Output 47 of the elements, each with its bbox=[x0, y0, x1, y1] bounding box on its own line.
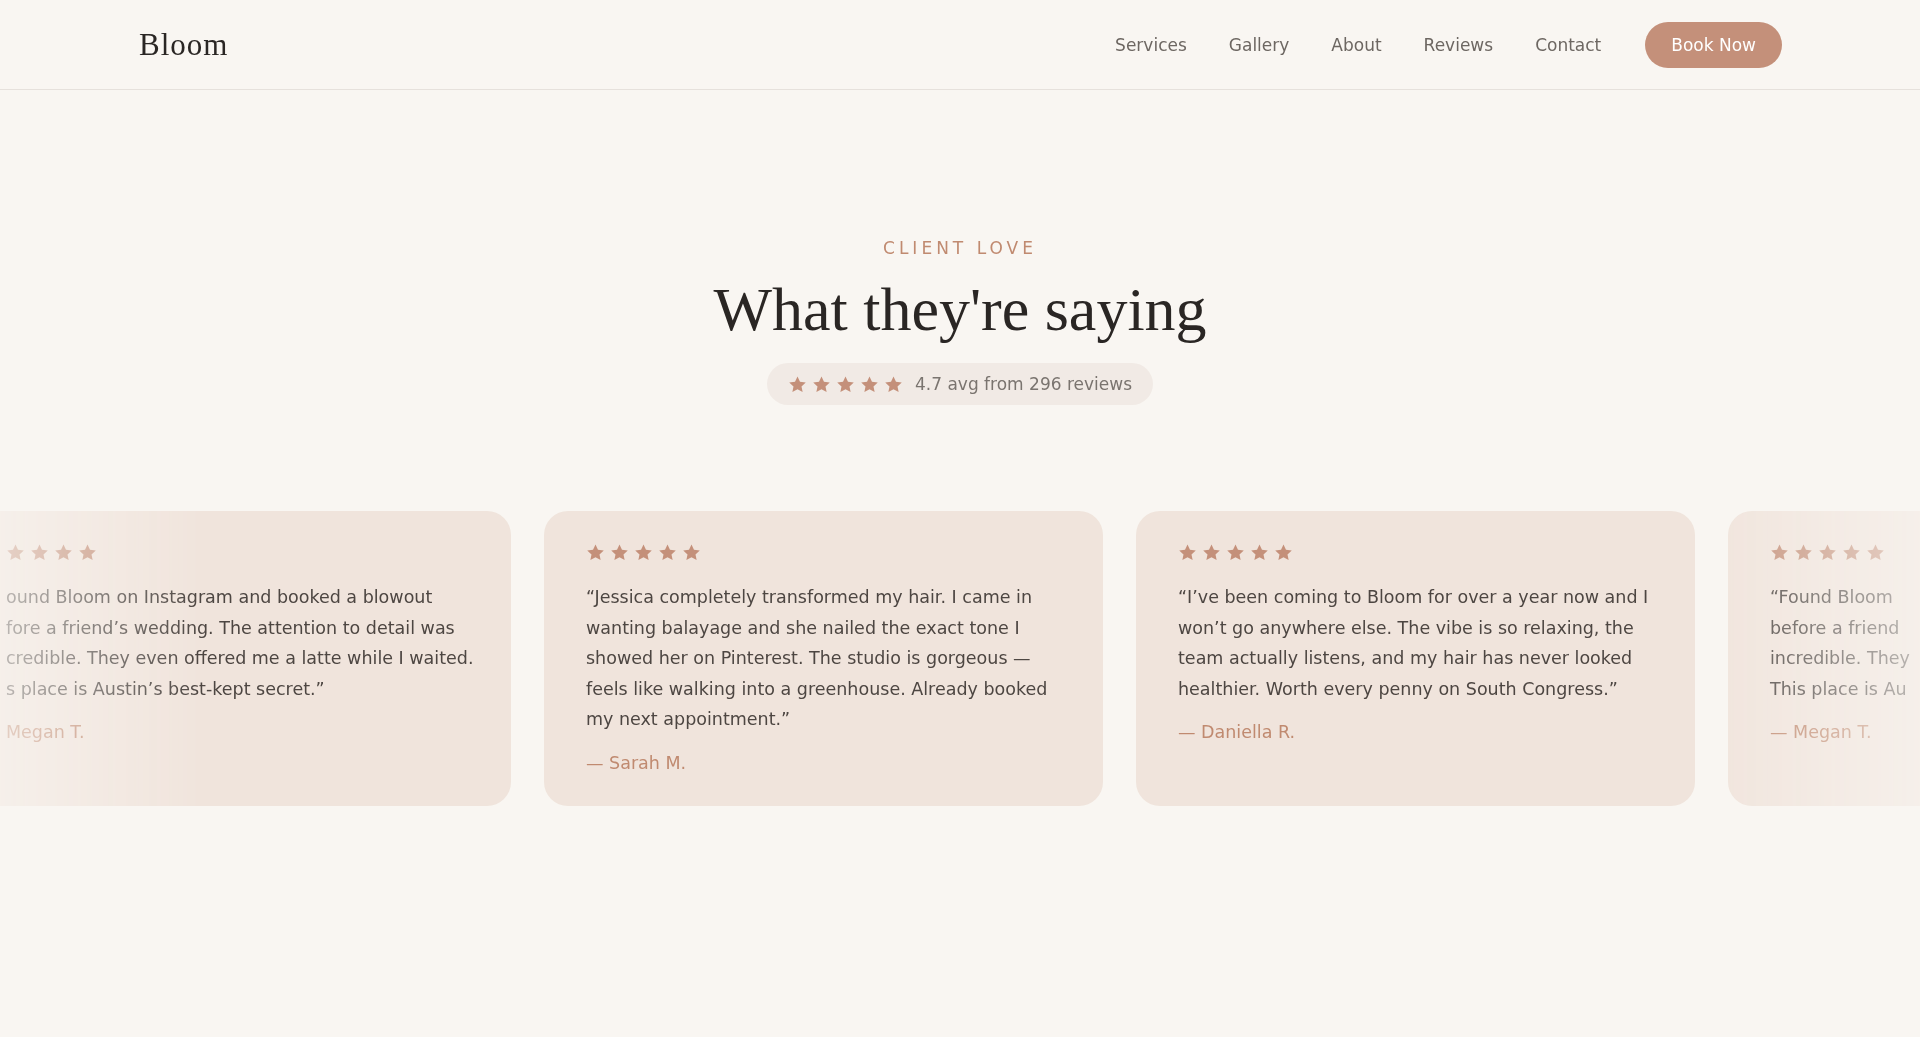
nav-link[interactable]: Gallery bbox=[1228, 34, 1290, 55]
star-icon bbox=[788, 374, 807, 394]
star-icon bbox=[1866, 543, 1885, 562]
review-text-line: ound Bloom on Instagram and booked a blowout bbox=[6, 586, 434, 609]
review-author: — Daniella R. bbox=[1178, 722, 1297, 742]
review-text-line: fore a friend’s wedding. The attention to detail was bbox=[6, 616, 456, 640]
star-icon bbox=[1202, 543, 1221, 562]
star-icon bbox=[1818, 543, 1837, 562]
star-icon bbox=[1226, 543, 1245, 562]
review-text: “Jessica completely transformed my hair. I came in wanting balayage and she nailed the exact tone I showed her on Pinterest. The studio is gorgeous — feels like walking into a greenhouse. Already booked my next appointment.” bbox=[586, 586, 1049, 731]
review-author: — Sarah M. bbox=[586, 752, 688, 773]
star-icon bbox=[610, 543, 629, 562]
review-text-line: s place is Austin’s best-kept secret.” bbox=[6, 677, 326, 701]
nav-link[interactable]: Reviews bbox=[1423, 34, 1494, 55]
nav-link[interactable]: Services bbox=[1115, 34, 1187, 55]
star-icon bbox=[658, 543, 677, 562]
star-icon bbox=[1842, 543, 1861, 562]
star-icon bbox=[54, 543, 73, 562]
star-icon bbox=[1770, 543, 1789, 562]
star-icon bbox=[1250, 543, 1269, 562]
star-icon bbox=[1274, 543, 1293, 562]
star-icon bbox=[78, 543, 97, 562]
star-icon bbox=[860, 374, 879, 394]
nav-link[interactable]: Contact bbox=[1535, 34, 1602, 55]
star-icon bbox=[30, 543, 49, 562]
star-icon bbox=[6, 543, 25, 562]
section-heading: What they're saying bbox=[713, 274, 1207, 345]
logo[interactable]: Bloom bbox=[139, 26, 229, 63]
review-author: Megan T. bbox=[6, 722, 86, 742]
review-text-line: This place is Au bbox=[1770, 677, 1908, 701]
book-now-button[interactable]: Book Now bbox=[1645, 21, 1782, 68]
star-icon bbox=[586, 543, 605, 562]
review-author: — Megan T. bbox=[1770, 722, 1873, 742]
review-text-line: “Found Bloom bbox=[1770, 586, 1894, 609]
review-text: “I’ve been coming to Bloom for over a year now and I won’t go anywhere else. The vibe is so relaxing, the team actually listens, and my hair has never looked healthier. Worth every penny on South Congress.” bbox=[1178, 586, 1650, 701]
star-icon bbox=[682, 543, 701, 562]
star-icon bbox=[812, 374, 831, 394]
star-icon bbox=[634, 543, 653, 562]
review-text-line: incredible. They bbox=[1770, 647, 1911, 670]
star-icon bbox=[836, 374, 855, 394]
star-icon bbox=[884, 374, 903, 394]
nav-link[interactable]: About bbox=[1331, 34, 1382, 55]
star-icon bbox=[1794, 543, 1813, 562]
section-eyebrow: CLIENT LOVE bbox=[883, 238, 1037, 258]
rating-summary: 4.7 avg from 296 reviews bbox=[915, 374, 1132, 394]
star-icon bbox=[1178, 543, 1197, 562]
review-text-line: before a friend bbox=[1770, 616, 1901, 640]
